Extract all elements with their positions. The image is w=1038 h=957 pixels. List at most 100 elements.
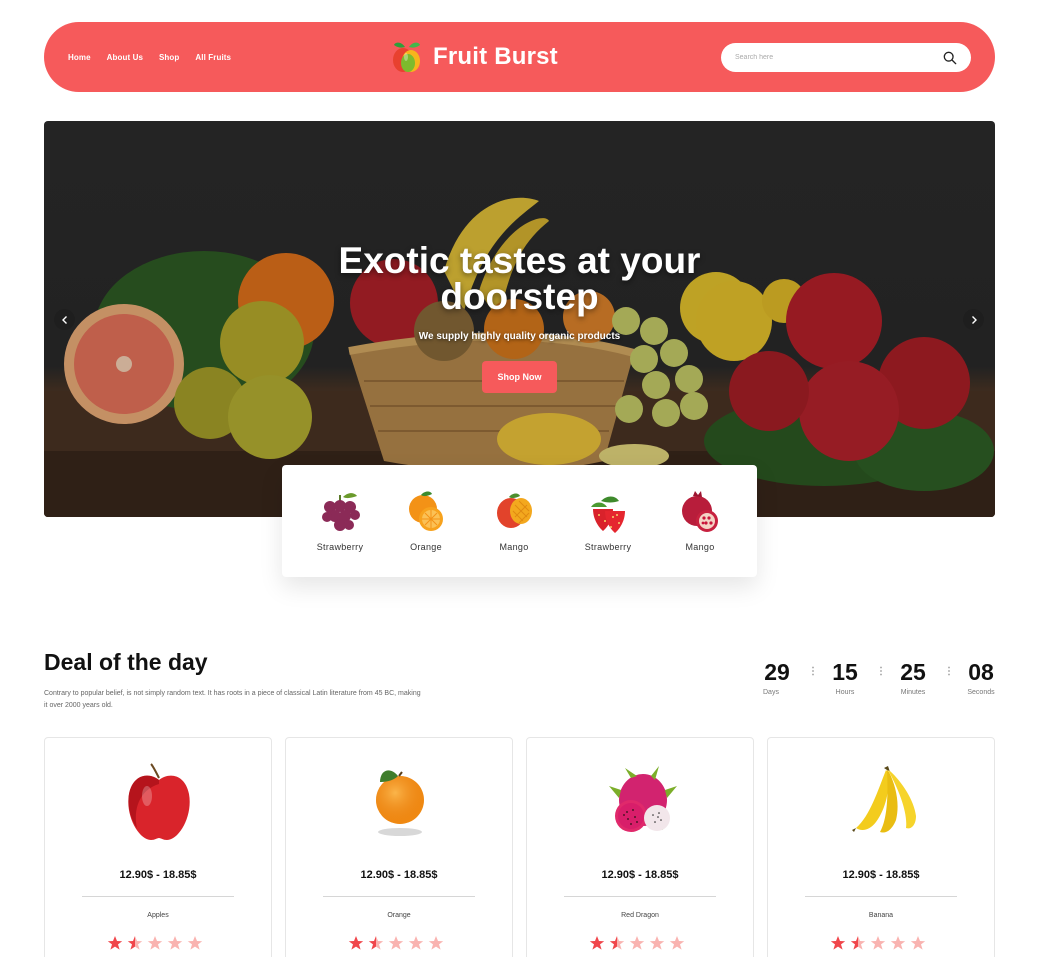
site-header: Home About Us Shop All Fruits Fruit Burs…	[44, 22, 995, 92]
star-icon	[388, 936, 404, 950]
countdown-seconds: 08 Seconds	[961, 659, 1001, 696]
countdown-minutes-value: 25	[900, 659, 926, 685]
star-icon	[167, 936, 183, 950]
product-rating	[348, 935, 452, 951]
category-item[interactable]: Strawberry	[300, 487, 380, 552]
star-icon	[669, 936, 685, 950]
star-icon	[147, 936, 163, 950]
search-box	[721, 43, 971, 72]
star-icon	[428, 936, 444, 950]
chevron-left-icon	[61, 315, 67, 324]
dragon-fruit-image	[609, 766, 677, 832]
product-card[interactable]: 12.90$ - 18.85$ Banana	[767, 737, 995, 957]
star-icon	[348, 936, 364, 950]
category-label: Orange	[410, 542, 442, 552]
star-icon	[910, 936, 926, 950]
product-card[interactable]: 12.90$ - 18.85$ Apples	[44, 737, 272, 957]
apple-image	[128, 763, 190, 840]
countdown-separator: ⋮	[808, 666, 818, 677]
shop-now-button[interactable]: Shop Now	[482, 361, 557, 393]
countdown-hours-label: Hours	[835, 689, 855, 696]
countdown-days: 29 Days	[757, 659, 797, 696]
star-icon	[629, 936, 645, 950]
star-icon	[127, 936, 143, 950]
countdown-seconds-label: Seconds	[967, 689, 995, 696]
product-card[interactable]: 12.90$ - 18.85$ Red Dragon	[526, 737, 754, 957]
product-rating	[830, 935, 934, 951]
hero-title: Exotic tastes at your doorstep	[44, 240, 995, 317]
nav-shop-link[interactable]: Shop	[159, 53, 179, 62]
countdown-minutes: 25 Minutes	[893, 659, 933, 696]
star-icon	[408, 936, 424, 950]
nav-all-fruits-link[interactable]: All Fruits	[195, 53, 231, 62]
slider-prev-button[interactable]	[54, 309, 75, 330]
banana-image	[852, 766, 916, 833]
product-price: 12.90$ - 18.85$	[842, 869, 920, 881]
deal-description: Contrary to popular belief, is not simpl…	[44, 690, 421, 709]
grapes-icon	[322, 493, 360, 531]
countdown-days-value: 29	[764, 659, 790, 685]
star-icon	[890, 936, 906, 950]
hero-overlay	[44, 121, 995, 517]
star-icon	[609, 936, 625, 950]
star-icon	[107, 936, 123, 950]
product-card[interactable]: 12.90$ - 18.85$ Orange	[285, 737, 513, 957]
category-item[interactable]: Orange	[386, 487, 466, 552]
category-label: Strawberry	[584, 542, 632, 552]
product-name: Red Dragon	[621, 912, 659, 919]
category-label: Mango	[499, 542, 529, 552]
star-icon	[830, 936, 846, 950]
mango-icon	[497, 493, 532, 528]
orange-icon	[409, 491, 443, 531]
orange-image	[376, 770, 424, 836]
hero-title-line-1: Exotic tastes at your	[338, 240, 701, 281]
star-icon	[187, 936, 203, 950]
product-name: Orange	[387, 912, 411, 919]
product-divider	[805, 896, 957, 897]
nav-about-link[interactable]: About Us	[107, 53, 143, 62]
star-icon	[870, 936, 886, 950]
hero-subtitle: We supply highly quality organic product…	[418, 331, 621, 342]
product-rating	[107, 935, 211, 951]
chevron-right-icon	[971, 315, 977, 324]
countdown-seconds-value: 08	[968, 659, 994, 685]
star-icon	[368, 936, 384, 950]
product-rating	[589, 935, 693, 951]
star-icon	[589, 936, 605, 950]
category-item[interactable]: Mango	[474, 487, 554, 552]
main-nav: Home About Us Shop All Fruits	[68, 22, 231, 92]
countdown-days-label: Days	[763, 689, 779, 696]
search-icon[interactable]	[943, 51, 957, 65]
star-icon	[649, 936, 665, 950]
fruit-logo-icon	[393, 42, 420, 72]
deal-title: Deal of the day	[44, 649, 208, 675]
strawberry-icon	[591, 496, 625, 533]
category-item[interactable]: Strawberry	[568, 487, 648, 552]
product-price: 12.90$ - 18.85$	[119, 869, 197, 881]
pomegranate-icon	[682, 491, 718, 532]
product-divider	[82, 896, 234, 897]
countdown-minutes-label: Minutes	[900, 689, 926, 696]
search-input[interactable]	[735, 54, 943, 61]
product-price: 12.90$ - 18.85$	[601, 869, 679, 881]
countdown-separator: ⋮	[944, 666, 954, 677]
star-icon	[850, 936, 866, 950]
countdown-hours-value: 15	[832, 659, 858, 685]
category-label: Strawberry	[316, 542, 364, 552]
nav-home-link[interactable]: Home	[68, 53, 91, 62]
countdown-separator: ⋮	[876, 666, 886, 677]
product-name: Apples	[147, 912, 169, 919]
product-name: Banana	[868, 912, 894, 919]
hero-banner: Exotic tastes at your doorstep We supply…	[44, 121, 995, 517]
product-divider	[564, 896, 716, 897]
countdown-hours: 15 Hours	[825, 659, 865, 696]
slider-next-button[interactable]	[963, 309, 984, 330]
hero-title-line-2: doorstep	[440, 276, 599, 317]
deal-countdown: 29 Days ⋮ 15 Hours ⋮ 25 Minutes ⋮ 08 Sec…	[757, 659, 997, 704]
category-item[interactable]: Mango	[660, 487, 740, 552]
product-price: 12.90$ - 18.85$	[360, 869, 438, 881]
brand-logo[interactable]: Fruit Burst	[389, 39, 558, 75]
brand-name: Fruit Burst	[433, 43, 558, 70]
product-divider	[323, 896, 475, 897]
fruit-category-bar: Strawberry Orange Mango Strawberry Mango	[282, 465, 757, 577]
